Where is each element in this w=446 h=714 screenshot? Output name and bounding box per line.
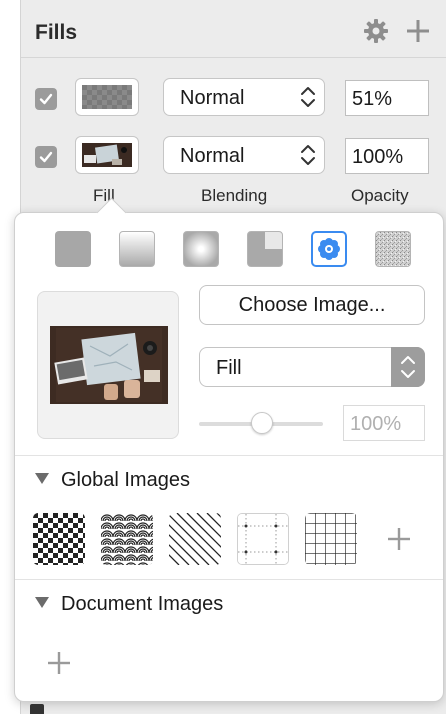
- fill-mode-value: Fill: [216, 357, 242, 379]
- updown-chevron-icon: [401, 356, 415, 378]
- fill-enabled-checkbox[interactable]: [35, 146, 57, 168]
- add-global-image-icon[interactable]: [387, 527, 411, 556]
- fill-image-thumbnail: [82, 143, 132, 167]
- waves-pattern[interactable]: [101, 513, 153, 565]
- fill-row: Normal 100%: [21, 136, 446, 180]
- opacity-input[interactable]: 100%: [345, 138, 429, 174]
- pattern-fill-icon[interactable]: [311, 231, 347, 267]
- opacity-input[interactable]: 51%: [345, 80, 429, 116]
- diagonal-stripes-pattern[interactable]: [169, 513, 221, 565]
- fill-row: Normal 51%: [21, 78, 446, 122]
- blend-mode-select[interactable]: Normal: [163, 78, 325, 116]
- blend-mode-value: Normal: [180, 87, 245, 109]
- blend-mode-select[interactable]: Normal: [163, 136, 325, 174]
- panel-edge-control: [30, 704, 44, 714]
- blending-column-label: Blending: [201, 186, 268, 205]
- image-preview: [50, 326, 168, 404]
- divider: [15, 455, 443, 456]
- choose-image-button[interactable]: Choose Image...: [199, 285, 425, 325]
- opacity-value: 100%: [352, 146, 404, 168]
- opacity-column-label: Opacity: [351, 186, 409, 205]
- updown-chevron-icon: [301, 145, 315, 165]
- fills-title: Fills: [35, 21, 78, 44]
- disclosure-triangle-icon: [35, 473, 49, 484]
- tile-scale-slider-knob[interactable]: [251, 412, 273, 434]
- disclosure-triangle-icon: [35, 597, 49, 608]
- divider: [15, 579, 443, 580]
- noise-fill-icon[interactable]: [375, 231, 411, 267]
- fill-color-preview: [82, 85, 132, 109]
- grid-pattern[interactable]: [305, 513, 357, 565]
- blend-mode-value: Normal: [180, 145, 245, 167]
- linear-gradient-icon[interactable]: [119, 231, 155, 267]
- angular-gradient-icon[interactable]: [247, 231, 283, 267]
- gear-icon[interactable]: [363, 18, 389, 44]
- tile-scale-value: 100%: [350, 413, 402, 435]
- global-images-toggle[interactable]: Global Images: [35, 469, 190, 492]
- fill-enabled-checkbox[interactable]: [35, 88, 57, 110]
- document-images-toggle[interactable]: Document Images: [35, 593, 223, 616]
- image-preview-well[interactable]: [37, 291, 179, 439]
- radial-gradient-icon[interactable]: [183, 231, 219, 267]
- checkerboard-pattern[interactable]: [33, 513, 85, 565]
- checkerboard-swatch[interactable]: [75, 78, 139, 116]
- image-fill-mode-select[interactable]: Fill: [199, 347, 425, 387]
- fill-options-popover: Choose Image... Fill 100% Global Images: [14, 197, 444, 702]
- add-document-image-icon[interactable]: [47, 651, 71, 680]
- plus-icon[interactable]: [405, 18, 431, 44]
- document-images-title: Document Images: [61, 593, 224, 615]
- updown-chevron-icon: [301, 87, 315, 107]
- global-images-title: Global Images: [61, 469, 190, 491]
- image-swatch[interactable]: [75, 136, 139, 174]
- tile-scale-input[interactable]: 100%: [343, 405, 425, 441]
- opacity-value: 51%: [352, 88, 393, 110]
- fills-header: Fills: [21, 8, 446, 58]
- dotted-grid-pattern[interactable]: [237, 513, 289, 565]
- updown-stepper: [391, 347, 425, 387]
- solid-fill-icon[interactable]: [55, 231, 91, 267]
